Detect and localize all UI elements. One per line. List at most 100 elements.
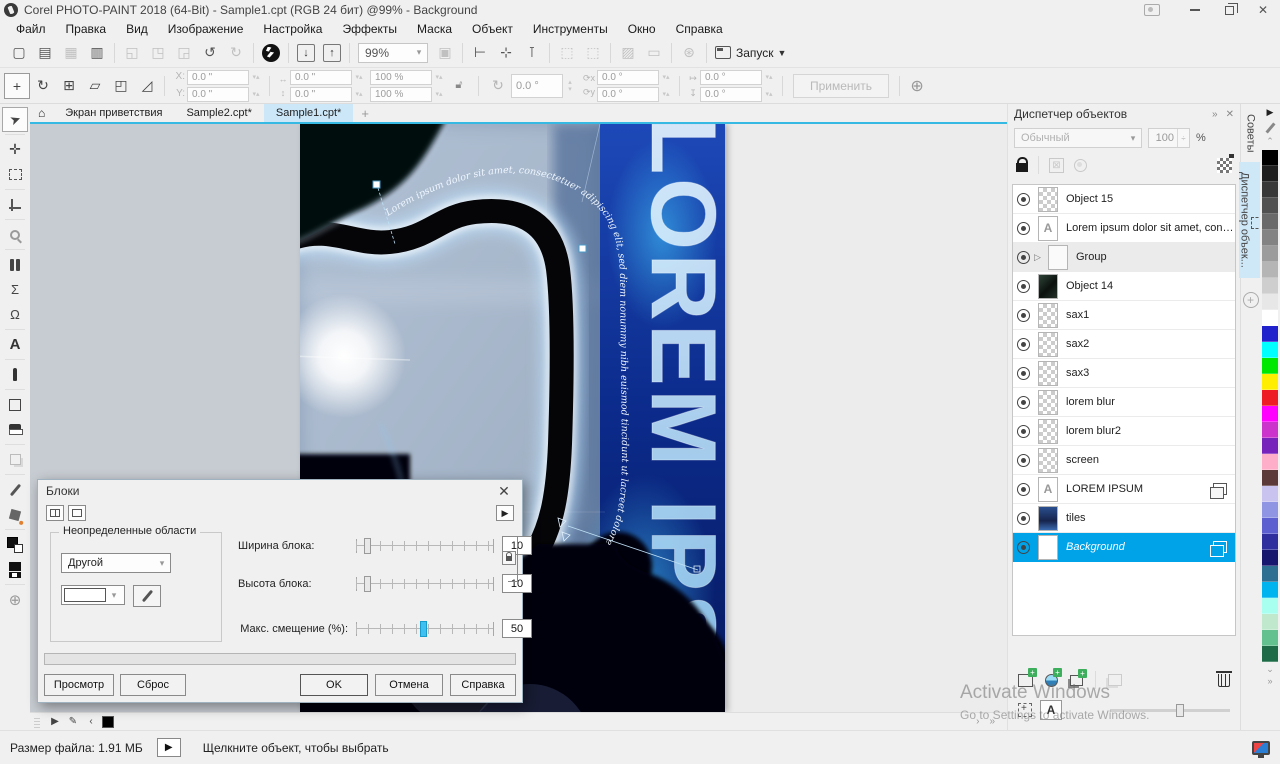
spinner-icons[interactable]: ▾▴ <box>352 91 366 98</box>
slider-thumb[interactable] <box>364 538 371 554</box>
frame-icon[interactable]: ⊠ <box>1049 158 1064 173</box>
height-field[interactable] <box>290 87 352 102</box>
new-object-button[interactable] <box>1018 674 1033 687</box>
status-flyout-button[interactable]: ▶ <box>157 738 181 757</box>
color-swatch[interactable] <box>1262 566 1278 582</box>
menu-настройка[interactable]: Настройка <box>253 22 332 36</box>
zoom-tool[interactable] <box>2 222 28 247</box>
chevron-left-icon[interactable]: ‹ <box>82 716 100 727</box>
slider-thumb[interactable] <box>420 621 427 637</box>
scale-x-field[interactable] <box>370 70 432 85</box>
visibility-eye-icon[interactable] <box>1017 425 1030 438</box>
slider-thumb[interactable] <box>364 576 371 592</box>
spinner-icons[interactable]: ▴▾ <box>563 79 577 93</box>
reset-button[interactable]: Сброс <box>120 674 186 696</box>
spinner-icons[interactable]: ▾▴ <box>432 91 446 98</box>
add-docker-icon[interactable]: + <box>1243 292 1259 308</box>
opacity-field[interactable]: 100 ÷ <box>1148 128 1190 148</box>
layer-row[interactable]: sax3 <box>1013 359 1235 388</box>
layer-row[interactable]: Background <box>1013 533 1235 562</box>
menu-эффекты[interactable]: Эффекты <box>332 22 407 36</box>
new-document-icon[interactable]: ▢ <box>6 41 32 65</box>
palette-eyedropper-icon[interactable] <box>1265 122 1275 133</box>
spinner-icons[interactable]: ▾▴ <box>762 91 776 98</box>
color-swatch[interactable] <box>1262 278 1278 294</box>
mask-overlay-icon[interactable]: ▨ <box>615 41 641 65</box>
open-icon[interactable]: ▤ <box>32 41 58 65</box>
lock-ratio-icon[interactable]: 🔓︎ <box>446 73 472 99</box>
visibility-eye-icon[interactable] <box>1017 338 1030 351</box>
dialog-title-bar[interactable]: Блоки ✕ <box>38 480 522 502</box>
y-position-field[interactable] <box>187 87 249 102</box>
layer-row[interactable]: ALorem ipsum dolor sit amet, conse... <box>1013 214 1235 243</box>
text-tool[interactable]: A <box>2 332 28 357</box>
delete-object-button[interactable] <box>1218 674 1230 687</box>
drag-grip[interactable] <box>34 716 40 728</box>
menu-файл[interactable]: Файл <box>6 22 56 36</box>
color-swatch[interactable] <box>1262 150 1278 166</box>
color-swatch[interactable] <box>1262 454 1278 470</box>
help-button[interactable]: Справка <box>450 674 516 696</box>
color-swatch[interactable] <box>1262 630 1278 646</box>
expand-plus-tool[interactable]: ⊕ <box>2 587 28 612</box>
menu-справка[interactable]: Справка <box>666 22 733 36</box>
combine-objects-button[interactable] <box>1108 674 1122 686</box>
menu-вид[interactable]: Вид <box>116 22 158 36</box>
dialog-close-button[interactable]: ✕ <box>494 483 514 500</box>
spinner-icons[interactable]: ▾▴ <box>659 91 673 98</box>
color-swatch[interactable] <box>1262 502 1278 518</box>
restore-button[interactable] <box>1212 0 1246 20</box>
object-transparency-tool[interactable] <box>2 447 28 472</box>
dialog-flyout-button[interactable]: ▶ <box>496 505 514 521</box>
visibility-eye-icon[interactable] <box>1017 396 1030 409</box>
palette-expand-icon[interactable]: » <box>1267 676 1272 688</box>
color-swatch[interactable] <box>1262 518 1278 534</box>
scale-mode-button[interactable]: ⊞ <box>56 73 82 99</box>
visibility-eye-icon[interactable] <box>1017 309 1030 322</box>
visibility-eye-icon[interactable] <box>1017 280 1030 293</box>
document-tab[interactable]: Sample2.cpt* <box>174 104 263 122</box>
visibility-eye-icon[interactable] <box>1017 541 1030 554</box>
grid-icon[interactable]: ⊹ <box>493 41 519 65</box>
stretch-v-field[interactable] <box>700 87 762 102</box>
color-swatch[interactable] <box>1262 198 1278 214</box>
tab-tips[interactable]: Советы <box>1245 104 1257 162</box>
perspective-mode-button[interactable]: ◿ <box>134 73 160 99</box>
account-icon[interactable] <box>1144 4 1160 16</box>
crop-tool[interactable] <box>2 192 28 217</box>
lens-icon[interactable] <box>1074 159 1087 172</box>
copy-icon[interactable]: ◳ <box>145 41 171 65</box>
add-property-icon[interactable]: ⊕ <box>904 73 930 99</box>
duplicate-object-button[interactable] <box>1070 675 1083 686</box>
mask-transform-tool[interactable]: ✛ <box>2 137 28 162</box>
cut-icon[interactable]: ◱ <box>119 41 145 65</box>
undefined-areas-select[interactable]: Другой ▾ <box>61 553 171 573</box>
rotation-angle-field[interactable] <box>511 74 563 98</box>
color-swatch[interactable] <box>1262 358 1278 374</box>
menu-маска[interactable]: Маска <box>407 22 462 36</box>
clone-tool[interactable]: Ω <box>2 302 28 327</box>
menu-объект[interactable]: Объект <box>462 22 523 36</box>
width-field[interactable] <box>290 70 352 85</box>
new-lens-button[interactable] <box>1045 674 1058 687</box>
distort-mode-button[interactable]: ◰ <box>108 73 134 99</box>
menu-изображение[interactable]: Изображение <box>158 22 254 36</box>
position-mode-button[interactable]: + <box>4 73 30 99</box>
single-preview-button[interactable] <box>68 505 86 521</box>
fill-tool[interactable] <box>2 502 28 527</box>
slider-thumb[interactable] <box>1176 704 1184 717</box>
lock-transparency-icon[interactable] <box>1016 163 1028 172</box>
lock-checker-icon[interactable] <box>1217 158 1232 173</box>
layer-row[interactable]: ALOREM IPSUM <box>1013 475 1235 504</box>
undo-icon[interactable]: ↺ <box>197 41 223 65</box>
paint-tool[interactable] <box>2 252 28 277</box>
spinner-icons[interactable]: ▾▴ <box>249 74 263 81</box>
guidelines-icon[interactable]: ⊺ <box>519 41 545 65</box>
position-objects-icon[interactable] <box>1018 703 1032 717</box>
color-swatch[interactable] <box>1262 390 1278 406</box>
scroll-end-icon[interactable]: » <box>989 716 995 727</box>
redo-icon[interactable]: ↻ <box>223 41 249 65</box>
color-swatch[interactable] <box>1262 374 1278 390</box>
visibility-eye-icon[interactable] <box>1017 454 1030 467</box>
cancel-button[interactable]: Отмена <box>375 674 443 696</box>
